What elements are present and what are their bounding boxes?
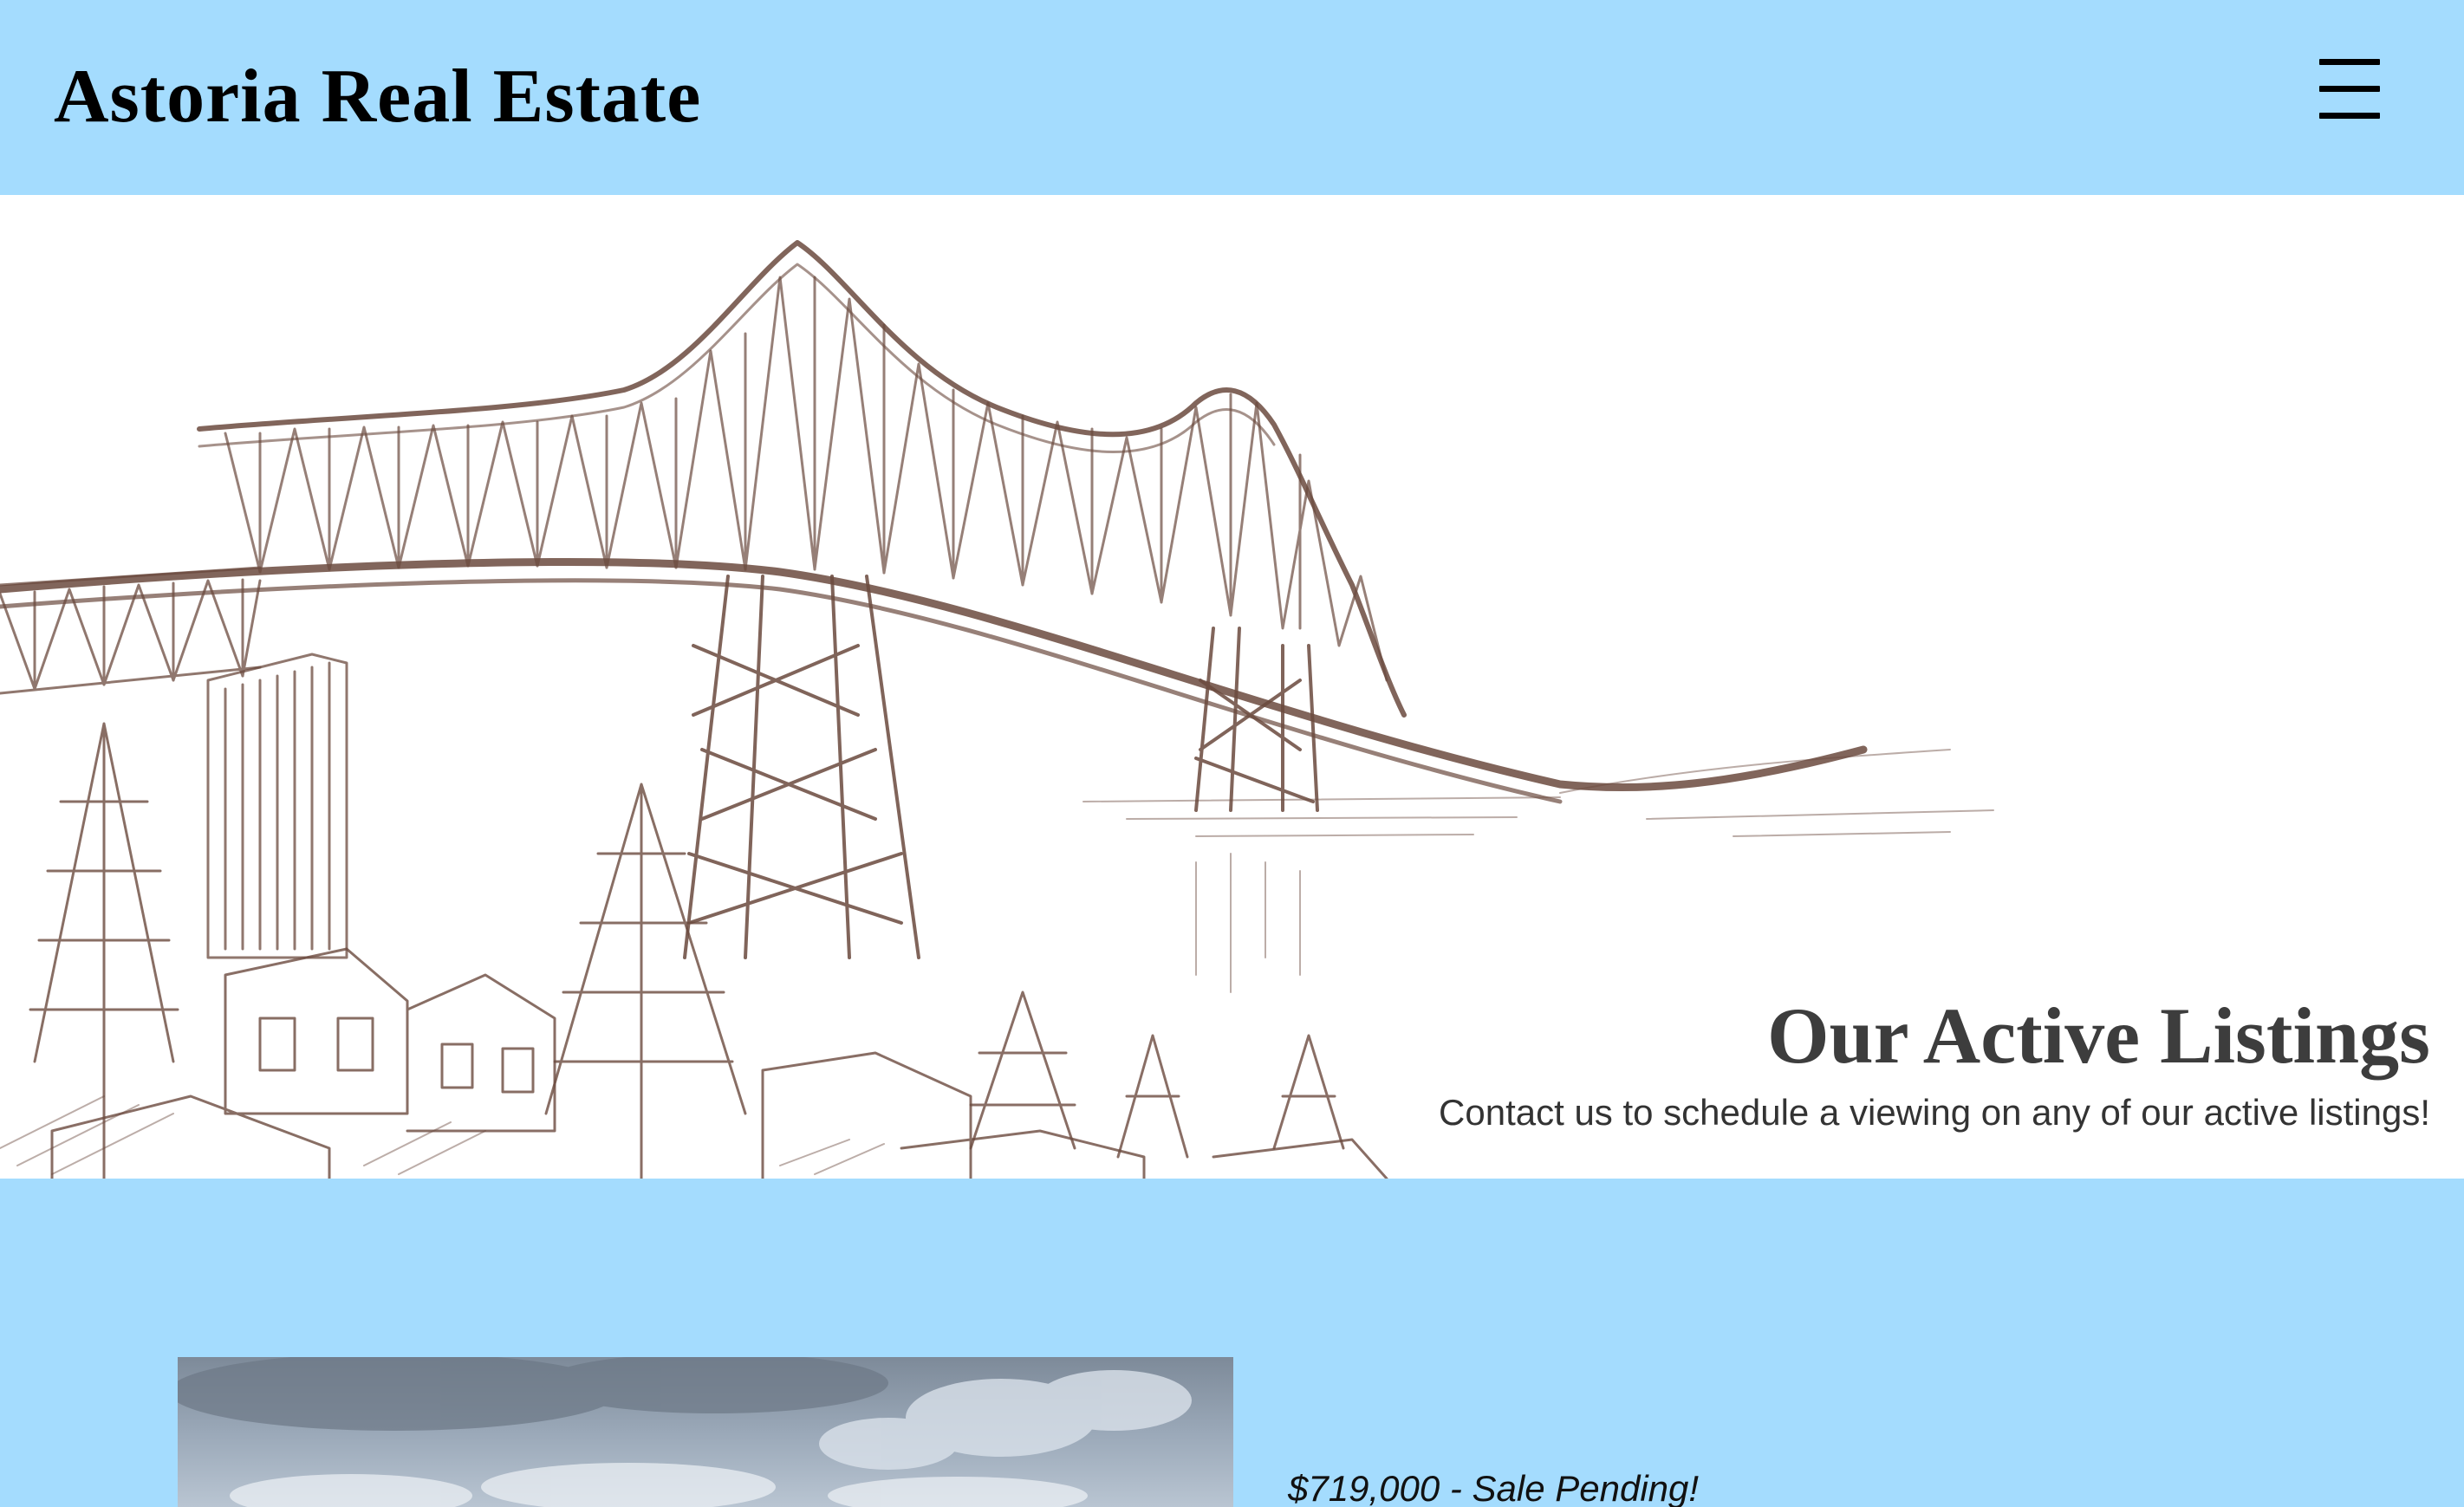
menu-bar: [2319, 86, 2380, 92]
hero-banner: Our Active Listings: [0, 195, 2464, 1179]
hero-subtitle: Contact us to schedule a viewing on any …: [1439, 1092, 2430, 1133]
hamburger-menu-icon[interactable]: [2312, 50, 2387, 127]
page-heading: Our Active Listings: [1766, 991, 2430, 1080]
menu-bar: [2319, 59, 2380, 65]
site-header: Astoria Real Estate: [0, 0, 2464, 195]
site-logo-title[interactable]: Astoria Real Estate: [54, 45, 701, 149]
menu-bar: [2319, 113, 2380, 119]
cloudy-sky-image: [178, 1357, 1233, 1507]
listing-photo[interactable]: [178, 1357, 1233, 1507]
listing-price-status: $719,000 - Sale Pending!: [1288, 1468, 1700, 1507]
